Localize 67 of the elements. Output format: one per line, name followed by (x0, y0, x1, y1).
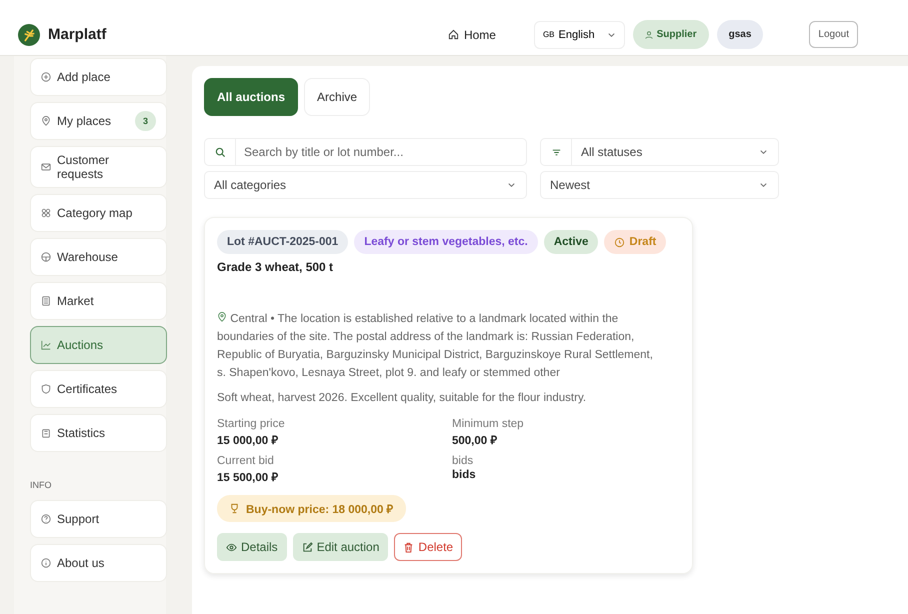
info-icon (41, 558, 51, 568)
count-badge: 3 (134, 111, 156, 131)
search-field[interactable]: Search by title or lot number... (204, 138, 527, 166)
stat-label: bids (452, 455, 474, 467)
envelope-icon (41, 162, 51, 172)
section-title: INFO (30, 480, 52, 490)
category-tag: Leafy or stem vegetables, etc. (354, 230, 538, 254)
stat-value: 15 500,00 ₽ (217, 471, 280, 484)
sidebar-item[interactable]: Category map (30, 194, 167, 232)
pin-icon (217, 312, 227, 322)
sidebar-item[interactable]: Add place (30, 58, 167, 96)
sidebar-item[interactable]: Customer requests (30, 146, 167, 188)
tab[interactable]: Archive (304, 78, 370, 116)
tab[interactable]: All auctions (204, 78, 298, 116)
home-link[interactable]: Home (448, 28, 496, 42)
wheat-logo-icon (18, 24, 40, 46)
lot-tag: Lot #AUCT-2025-001 (217, 230, 348, 254)
clock-icon (614, 236, 626, 248)
logout-button[interactable]: Logout (809, 21, 858, 48)
stat-value: bids (452, 469, 477, 481)
stat-label: Starting price (217, 418, 286, 430)
sidebar-item[interactable]: Support (30, 500, 167, 538)
stat-label: Current bid (217, 455, 275, 467)
delete-button[interactable]: Delete (394, 533, 462, 561)
sidebar-item[interactable]: Market (30, 282, 167, 320)
auction-title: Grade 3 wheat, 500 t (217, 260, 334, 274)
sidebar-item[interactable]: Statistics (30, 414, 167, 452)
plus-circle-icon (41, 72, 51, 82)
sidebar-item[interactable]: Certificates (30, 370, 167, 408)
trophy-icon (229, 503, 240, 514)
chart-icon (41, 340, 51, 350)
stat-value: 15 000,00 ₽ (217, 434, 280, 447)
pin-icon (41, 116, 51, 126)
chevron-down-icon (759, 149, 768, 155)
brand-name: Marplatf (48, 26, 106, 43)
stat-label: Minimum step (452, 418, 525, 430)
edit-button[interactable]: Edit auction (292, 533, 388, 561)
language-select[interactable]: GB English (534, 20, 625, 48)
status-tag: Active (544, 230, 598, 254)
sidebar-item[interactable]: My places 3 (30, 102, 167, 140)
clipboard-icon (41, 428, 51, 438)
edit-icon (302, 542, 313, 552)
buy-now-badge: Buy-now price: 18 000,00 ₽ (217, 495, 406, 522)
details-button[interactable]: Details (217, 533, 287, 561)
status-select[interactable]: All statuses (540, 138, 779, 166)
stat-value: 500,00 ₽ (452, 434, 498, 447)
location-text: Central • The location is established relative to a landmark located within the boundaries of the site. The postal address of the landmark is: Russian Federation, Republic of Buryatia, Barguzinsky Municipal District, Barguzinskoye Rural Settlement, s. Shapen'kovo, Lesnaya Street, plot 9. and leafy or stemmed other (217, 311, 654, 381)
chevron-down-icon (606, 32, 616, 38)
user-badge[interactable]: gsas (716, 20, 764, 49)
grid-icon (41, 208, 51, 218)
chevron-down-icon (507, 182, 516, 188)
user-icon (644, 30, 653, 38)
trash-icon (403, 542, 414, 552)
shield-icon (41, 384, 51, 394)
sidebar-item[interactable]: Auctions (30, 326, 167, 364)
draft-tag: Draft (604, 230, 666, 254)
search-icon (214, 146, 226, 158)
category-select[interactable]: All categories (204, 171, 527, 199)
role-badge: Supplier (632, 20, 709, 49)
description-text: Soft wheat, harvest 2026. Excellent quality, suitable for the flour industry. (217, 392, 588, 404)
help-icon (41, 514, 51, 524)
sort-select[interactable]: Newest (540, 171, 779, 199)
sidebar-item[interactable]: Warehouse (30, 238, 167, 276)
eye-icon (226, 542, 237, 552)
chevron-down-icon (759, 182, 768, 188)
sidebar-item[interactable]: About us (30, 544, 167, 582)
home-icon (448, 29, 459, 40)
